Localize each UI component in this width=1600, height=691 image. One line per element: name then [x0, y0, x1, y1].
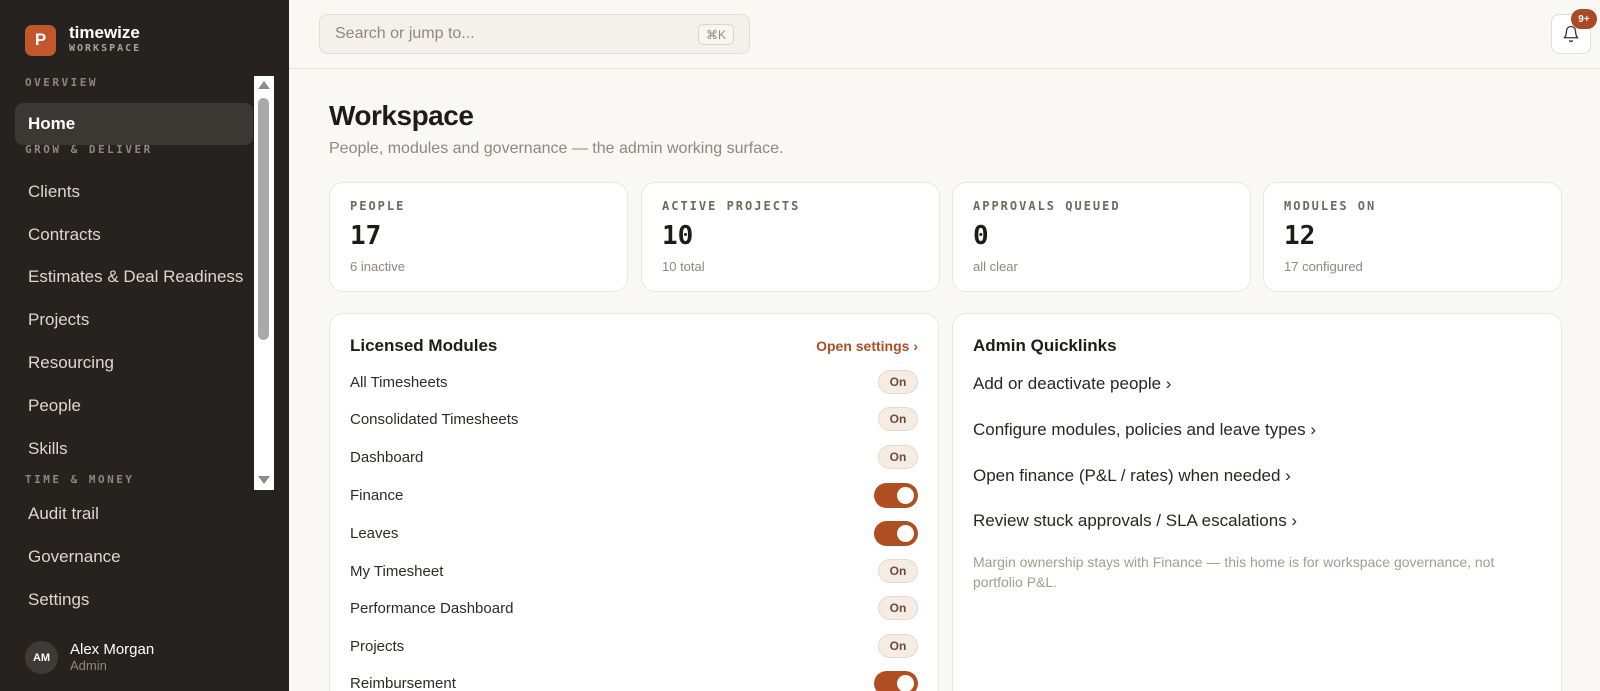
module-toggle[interactable] — [874, 670, 918, 691]
module-row: My Timesheet On — [350, 552, 918, 590]
sidebar-item-clients[interactable]: Clients — [15, 171, 253, 213]
licensed-modules-panel: Licensed Modules Open settings › All Tim… — [329, 313, 939, 691]
module-name: Consolidated Timesheets — [350, 410, 519, 428]
page-subtitle: People, modules and governance — the adm… — [329, 140, 784, 157]
quicklink-review-approvals[interactable]: Review stuck approvals / SLA escalations… — [973, 511, 1297, 531]
module-status-pill[interactable]: On — [878, 559, 918, 583]
module-name: My Timesheet — [350, 562, 444, 580]
section-label-time-money: TIME & MONEY — [25, 473, 135, 486]
module-status-pill[interactable]: On — [878, 407, 918, 431]
module-toggle[interactable] — [874, 482, 918, 508]
section-label-grow-deliver: GROW & DELIVER — [25, 143, 153, 156]
notification-badge: 9+ — [1571, 9, 1597, 29]
stat-label: MODULES ON — [1284, 199, 1377, 213]
module-row: Reimbursement — [350, 664, 918, 691]
sidebar-item-skills[interactable]: Skills — [15, 428, 253, 470]
module-status-pill[interactable]: On — [878, 634, 918, 658]
stat-card-active-projects: ACTIVE PROJECTS 10 10 total — [641, 182, 940, 292]
module-toggle[interactable] — [874, 520, 918, 546]
module-name: Dashboard — [350, 448, 424, 466]
module-row: Performance Dashboard On — [350, 589, 918, 627]
search-placeholder: Search or jump to... — [335, 25, 475, 42]
module-name: Projects — [350, 637, 405, 655]
stat-note: 6 inactive — [350, 259, 405, 274]
brand[interactable]: P timewize WORKSPACE — [25, 24, 141, 56]
search-shortcut-hint: ⌘K — [697, 24, 734, 45]
module-name: Finance — [350, 486, 404, 504]
brand-subtitle: WORKSPACE — [69, 43, 142, 54]
stat-note: 17 configured — [1284, 259, 1363, 274]
sidebar-scrollbar[interactable] — [254, 76, 274, 490]
quicklinks-note: Margin ownership stays with Finance — th… — [973, 554, 1495, 590]
stat-label: APPROVALS QUEUED — [973, 199, 1121, 213]
stat-card-people: PEOPLE 17 6 inactive — [329, 182, 628, 292]
scroll-up-arrow-icon[interactable] — [258, 81, 270, 89]
stat-card-modules-on: MODULES ON 12 17 configured — [1263, 182, 1562, 292]
stat-label: PEOPLE — [350, 199, 406, 213]
nav-scroll-area: OVERVIEW Home GROW & DELIVER Clients Con… — [0, 76, 274, 490]
quicklink-manage-people[interactable]: Add or deactivate people › — [973, 374, 1171, 394]
stat-value: 0 — [973, 221, 989, 251]
module-row: Projects On — [350, 627, 918, 665]
sidebar-item-governance[interactable]: Governance — [15, 536, 253, 578]
open-settings-link[interactable]: Open settings › — [816, 338, 918, 354]
module-status-pill[interactable]: On — [878, 370, 918, 394]
stat-label: ACTIVE PROJECTS — [662, 199, 801, 213]
topbar: Search or jump to... ⌘K 9+ — [289, 0, 1600, 69]
module-status-pill[interactable]: On — [878, 596, 918, 620]
sidebar: P timewize WORKSPACE OVERVIEW Home GROW … — [0, 0, 289, 691]
sidebar-item-people[interactable]: People — [15, 385, 253, 427]
scroll-down-arrow-icon[interactable] — [258, 476, 270, 484]
module-row: Consolidated Timesheets On — [350, 400, 918, 438]
admin-quicklinks-panel: Admin Quicklinks Add or deactivate peopl… — [952, 313, 1562, 691]
sidebar-item-resourcing[interactable]: Resourcing — [15, 342, 253, 384]
page-title: Workspace — [329, 100, 474, 131]
sidebar-item-estimates[interactable]: Estimates & Deal Readiness — [15, 256, 253, 298]
quicklink-configure-modules[interactable]: Configure modules, policies and leave ty… — [973, 420, 1316, 440]
quicklink-open-finance[interactable]: Open finance (P&L / rates) when needed › — [973, 466, 1291, 486]
brand-logo: P — [25, 24, 56, 56]
stat-note: all clear — [973, 259, 1018, 274]
module-name: Leaves — [350, 524, 399, 542]
module-name: Reimbursement — [350, 674, 456, 691]
stat-value: 10 — [662, 221, 694, 251]
sidebar-item-projects[interactable]: Projects — [15, 299, 253, 341]
section-label-overview: OVERVIEW — [25, 76, 98, 89]
sidebar-item-contracts[interactable]: Contracts — [15, 214, 253, 256]
sidebar-item-settings[interactable]: Settings — [15, 579, 253, 621]
module-row: All Timesheets On — [350, 363, 918, 401]
scroll-thumb[interactable] — [258, 98, 269, 340]
module-row: Finance — [350, 476, 918, 514]
user-name: Alex Morgan — [70, 641, 155, 658]
sidebar-item-audit-trail[interactable]: Audit trail — [15, 493, 253, 535]
brand-name: timewize — [69, 23, 140, 42]
stat-card-approvals-queued: APPROVALS QUEUED 0 all clear — [952, 182, 1251, 292]
user-profile[interactable]: AM Alex Morgan Admin — [25, 641, 154, 674]
module-status-pill[interactable]: On — [878, 445, 918, 469]
module-row: Leaves — [350, 514, 918, 552]
stat-value: 12 — [1284, 221, 1316, 251]
stat-value: 17 — [350, 221, 382, 251]
sidebar-item-home[interactable]: Home — [15, 103, 253, 145]
search-input[interactable]: Search or jump to... ⌘K — [319, 14, 750, 54]
avatar: AM — [25, 641, 58, 674]
module-row: Dashboard On — [350, 438, 918, 476]
user-role: Admin — [70, 658, 107, 673]
stat-note: 10 total — [662, 259, 705, 274]
panel-title: Admin Quicklinks — [973, 336, 1117, 355]
module-name: Performance Dashboard — [350, 599, 514, 617]
panel-title: Licensed Modules — [350, 336, 498, 355]
module-name: All Timesheets — [350, 373, 448, 391]
